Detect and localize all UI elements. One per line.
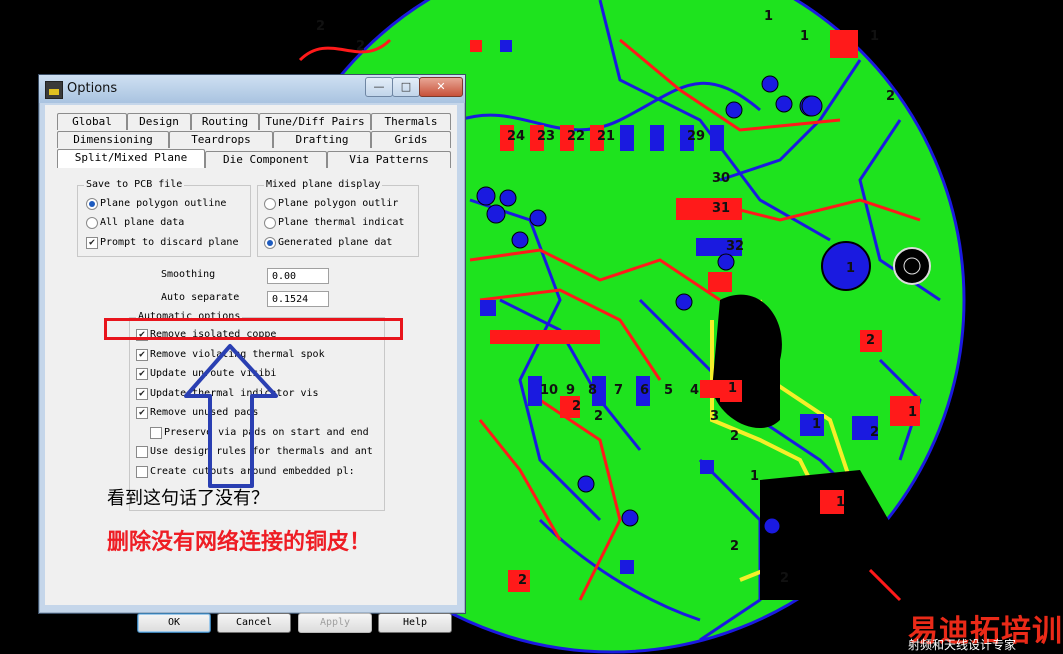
auto-separate-input[interactable]: 0.1524	[267, 291, 329, 307]
pad-number: 29	[687, 129, 705, 144]
pad-number: 3	[710, 409, 719, 424]
checkbox-create-cutouts[interactable]	[136, 466, 148, 478]
pad-number: 7	[614, 383, 623, 398]
pad-number: 31	[712, 201, 730, 216]
tab-dimensioning[interactable]: Dimensioning	[57, 131, 169, 148]
minimize-button[interactable]: —	[365, 77, 393, 97]
checkbox-prompt-discard[interactable]: ✔	[86, 237, 98, 249]
pad-number: 2	[730, 429, 739, 444]
pad-number: 5	[664, 383, 673, 398]
pad-number: 2	[572, 399, 581, 414]
auto-separate-label: Auto separate	[161, 292, 240, 303]
apply-button[interactable]: Apply	[298, 613, 372, 633]
checkbox-preserve-via-pads[interactable]	[150, 427, 162, 439]
pad-number: 10	[540, 383, 558, 398]
tab-die-component[interactable]: Die Component	[205, 151, 327, 168]
radio-label: All plane data	[100, 217, 185, 228]
pad-number: 22	[567, 129, 585, 144]
checkbox-remove-violating-thermal[interactable]: ✔	[136, 349, 148, 361]
radio-label: Generated plane dat	[278, 237, 393, 248]
radio-label: Plane polygon outlir	[278, 198, 399, 209]
pad-number: 1	[800, 29, 809, 44]
pad-number: 32	[726, 239, 744, 254]
pad-number: 2	[518, 573, 527, 588]
pad-number: 2	[594, 409, 603, 424]
pad-number: 1	[812, 417, 821, 432]
radio-label: Plane thermal indicat	[278, 217, 405, 228]
radio-all-plane-data[interactable]	[86, 217, 98, 229]
checkbox-use-design-rules[interactable]	[136, 446, 148, 458]
pad-number: 1	[846, 261, 855, 276]
tab-tune-diff-pairs[interactable]: Tune/Diff Pairs	[259, 113, 371, 130]
help-button[interactable]: Help	[378, 613, 452, 633]
pad-number: 4	[690, 383, 699, 398]
pad-number: 21	[597, 129, 615, 144]
mixed-group-title: Mixed plane display	[264, 179, 383, 190]
pad-number: 2	[780, 571, 789, 586]
maximize-button[interactable]: □	[392, 77, 420, 97]
pad-number: 2	[866, 333, 875, 348]
pad-number: 1	[908, 405, 917, 420]
pads-logo-icon	[45, 81, 63, 99]
checkbox-label: Prompt to discard plane	[100, 237, 239, 248]
tab-grids[interactable]: Grids	[371, 131, 451, 148]
pad-number: 23	[537, 129, 555, 144]
close-button[interactable]: ✕	[419, 77, 463, 97]
pad-number: 9	[566, 383, 575, 398]
smoothing-label: Smoothing	[161, 269, 216, 280]
checkbox-update-unroute[interactable]: ✔	[136, 368, 148, 380]
annotation-note: 删除没有网络连接的铜皮！	[107, 530, 372, 555]
radio-plane-polygon-outline[interactable]	[86, 198, 98, 210]
pad-number: 6	[640, 383, 649, 398]
save-group-title: Save to PCB file	[84, 179, 185, 190]
radio-generated-plane-data[interactable]	[264, 237, 276, 249]
pad-number: 1	[870, 29, 879, 44]
save-to-pcb-group: Save to PCB file Plane polygon outline A…	[77, 179, 251, 257]
radio-plane-polygon-outline-display[interactable]	[264, 198, 276, 210]
tab-global[interactable]: Global	[57, 113, 127, 130]
tab-split-mixed-plane[interactable]: Split/Mixed Plane	[57, 149, 205, 168]
pad-number: 2	[356, 39, 365, 54]
tab-design[interactable]: Design	[127, 113, 191, 130]
pad-number: 1	[750, 469, 759, 484]
pad-number: 2	[316, 19, 325, 34]
isolated-copper	[712, 294, 782, 429]
checkbox-remove-unused-pads[interactable]: ✔	[136, 407, 148, 419]
tab-thermals[interactable]: Thermals	[371, 113, 451, 130]
window-title: Options	[67, 81, 118, 96]
highlight-box	[104, 318, 403, 340]
mixed-plane-display-group: Mixed plane display Plane polygon outlir…	[257, 179, 419, 257]
title-bar[interactable]: Options — □ ✕	[39, 75, 465, 103]
cancel-button[interactable]: Cancel	[217, 613, 291, 633]
smoothing-input[interactable]: 0.00	[267, 268, 329, 284]
up-arrow-icon	[184, 344, 278, 488]
radio-label: Plane polygon outline	[100, 198, 227, 209]
pad-number: 30	[712, 171, 730, 186]
pad-number: 2	[730, 539, 739, 554]
tab-via-patterns[interactable]: Via Patterns	[327, 151, 451, 168]
radio-plane-thermal-indicator[interactable]	[264, 217, 276, 229]
tab-drafting[interactable]: Drafting	[273, 131, 371, 148]
annotation-question: 看到这句话了没有？	[107, 488, 269, 509]
ok-button[interactable]: OK	[137, 613, 211, 633]
pad-number: 8	[588, 383, 597, 398]
pad-number: 2	[870, 425, 879, 440]
checkbox-update-thermal-indicator[interactable]: ✔	[136, 388, 148, 400]
pad-number: 1	[764, 9, 773, 24]
tab-routing[interactable]: Routing	[191, 113, 259, 130]
watermark-subtitle: 射频和天线设计专家	[908, 638, 1017, 652]
tab-teardrops[interactable]: Teardrops	[169, 131, 273, 148]
pad-number: 1	[836, 495, 845, 510]
pad-number: 1	[728, 381, 737, 396]
pad-number: 24	[507, 129, 525, 144]
pad-number: 2	[886, 89, 895, 104]
